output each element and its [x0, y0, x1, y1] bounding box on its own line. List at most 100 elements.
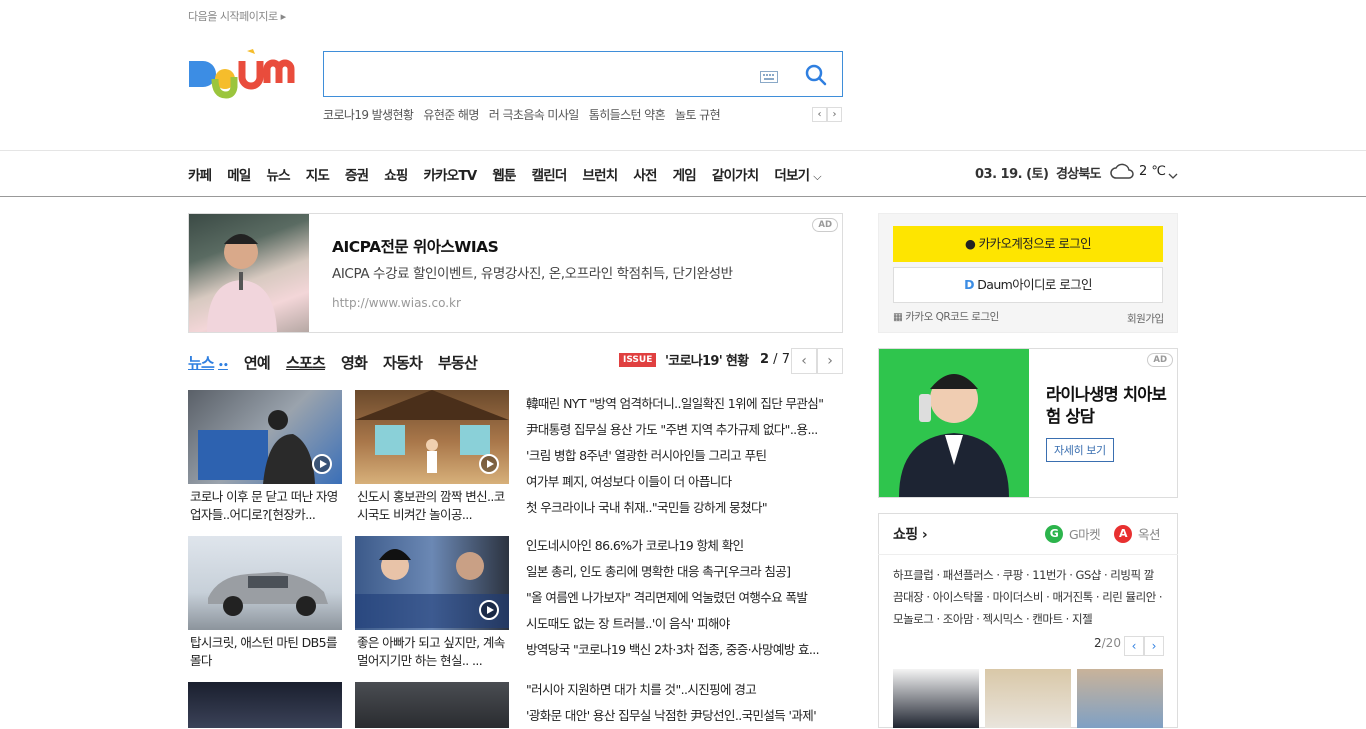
daum-d-icon: D [964, 277, 974, 292]
shopping-title[interactable]: 쇼핑 › [893, 524, 928, 544]
issue-prev-button[interactable]: ‹ [791, 348, 817, 374]
nav-item-webtoon[interactable]: 웹툰 [492, 164, 516, 184]
shopping-next-button[interactable]: › [1144, 636, 1164, 656]
daum-login-button[interactable]: D Daum아이디로 로그인 [893, 267, 1163, 303]
ad-url[interactable]: http://www.wias.co.kr [332, 296, 461, 310]
nav-item-cafe[interactable]: 카페 [188, 164, 212, 184]
headline-item[interactable]: 韓때린 NYT "방역 엄격하더니..일일확진 1위에 집단 무관심" [526, 391, 842, 417]
tab-news[interactable]: 뉴스 •• [188, 352, 229, 373]
daum-logo-mark [189, 49, 295, 99]
trending-prev-button[interactable]: ‹ [812, 107, 827, 122]
keyboard-icon[interactable] [760, 68, 778, 83]
tab-entertainment[interactable]: 연예 [244, 352, 271, 373]
ad-badge: AD [1147, 353, 1173, 367]
trending-next-button[interactable]: › [827, 107, 842, 122]
headline-item[interactable]: 방역당국 "코로나19 백신 2차·3차 접종, 중증·사망예방 효... [526, 637, 842, 663]
ad-title[interactable]: AICPA전문 위아스WIAS [332, 235, 499, 257]
news-thumbnail[interactable] [355, 536, 509, 630]
nav-item-map[interactable]: 지도 [306, 164, 330, 184]
headline-item[interactable]: 尹대통령 집무실 용산 가도 "주변 지역 추가규제 없다"..용... [526, 417, 842, 443]
headline-item[interactable]: '크림 병합 8주년' 열광한 러시아인들 그리고 푸틴 [526, 443, 842, 469]
shopping-thumbnail[interactable] [1077, 669, 1163, 728]
shopping-thumbnail[interactable] [893, 669, 979, 728]
shopping-prev-button[interactable]: ‹ [1124, 636, 1144, 656]
nav-item-news[interactable]: 뉴스 [267, 164, 291, 184]
nav-item-more[interactable]: 더보기 ⌵ [774, 164, 821, 184]
headline-item[interactable]: 일본 총리, 인도 총리에 명확한 대응 촉구[우크라 침공] [526, 559, 842, 585]
trending-item[interactable]: 놀토 규현 [675, 106, 721, 123]
shopping-pager: 2/20 [1094, 636, 1121, 650]
signup-link[interactable]: 회원가입 [1127, 311, 1164, 326]
trending-item[interactable]: 톰히들스턴 약혼 [589, 106, 666, 123]
news-caption[interactable]: 코로나 이후 문 닫고 떠난 자영업자들..어디로?[현장카... [190, 488, 344, 524]
tab-sports[interactable]: 스포츠 [286, 352, 326, 373]
issue-title[interactable]: '코로나19' 현황 [665, 350, 749, 369]
news-caption[interactable]: 좋은 아빠가 되고 싶지만, 계속 멀어지기만 하는 현실.. ... [357, 634, 511, 670]
headline-list: 韓때린 NYT "방역 엄격하더니..일일확진 1위에 집단 무관심" 尹대통령… [526, 391, 842, 521]
nav-item-calendar[interactable]: 캘린더 [532, 164, 568, 184]
tab-news-label: 뉴스 [188, 354, 215, 372]
qr-login-link[interactable]: ▦ 카카오 QR코드 로그인 [893, 309, 999, 324]
headline-item[interactable]: 인도네시아인 86.6%가 코로나19 항체 확인 [526, 533, 842, 559]
shopping-thumbnail[interactable] [985, 669, 1071, 728]
tab-dots: •• [218, 361, 229, 371]
trending-item[interactable]: 유현준 해명 [423, 106, 479, 123]
play-icon [312, 454, 332, 474]
gmarket-icon: G [1045, 524, 1063, 543]
speech-bubble-icon: ● [964, 236, 976, 251]
shopping-page-current: 2 [1094, 636, 1102, 650]
chevron-down-icon[interactable] [1168, 166, 1178, 179]
news-thumbnail[interactable] [188, 536, 342, 630]
headline-item[interactable]: 시도때도 없는 장 트러블..'이 음식' 피해야 [526, 611, 842, 637]
news-thumbnail[interactable] [188, 682, 342, 728]
qr-login-label: 카카오 QR코드 로그인 [905, 311, 999, 323]
trending-item[interactable]: 러 극초음속 미사일 [489, 106, 580, 123]
issue-page-total: / 7 [769, 352, 790, 367]
nav-item-mail[interactable]: 메일 [227, 164, 251, 184]
search-icon[interactable] [805, 64, 827, 86]
nav-item-together[interactable]: 같이가치 [712, 164, 759, 184]
news-thumbnail[interactable] [355, 390, 509, 484]
nav-item-game[interactable]: 게임 [673, 164, 697, 184]
daum-login-label: Daum아이디로 로그인 [977, 277, 1092, 292]
headline-list: "러시아 지원하면 대가 치를 것"..시진핑에 경고 '광화문 대안' 용산 … [526, 677, 842, 729]
kakao-login-button[interactable]: ● 카카오계정으로 로그인 [893, 226, 1163, 262]
daum-logo[interactable] [187, 49, 305, 99]
headline-item[interactable]: 첫 우크라이나 국내 취재.."국민들 강하게 뭉쳤다" [526, 495, 842, 521]
auction-link[interactable]: A 옥션 [1114, 524, 1161, 543]
tab-realestate[interactable]: 부동산 [438, 352, 478, 373]
issue-badge: ISSUE [619, 353, 657, 367]
nav-item-shopping[interactable]: 쇼핑 [384, 164, 408, 184]
trending-pager: ‹ › [812, 107, 842, 122]
trending-item[interactable]: 코로나19 발생현황 [323, 106, 414, 123]
set-start-page-link[interactable]: 다음을 시작페이지로 ▸ [188, 8, 286, 24]
weather-region[interactable]: 경상북도 [1056, 163, 1101, 182]
news-thumbnail[interactable] [355, 682, 509, 728]
issue-next-button[interactable]: › [817, 348, 843, 374]
nav-item-dictionary[interactable]: 사전 [633, 164, 657, 184]
service-nav: 카페 메일 뉴스 지도 증권 쇼핑 카카오TV 웹툰 캘린더 브런치 사전 게임… [188, 164, 837, 184]
news-thumbnail[interactable] [188, 390, 342, 484]
nav-item-brunch[interactable]: 브런치 [583, 164, 619, 184]
nav-more-label: 더보기 [774, 168, 810, 184]
tab-cars[interactable]: 자동차 [383, 352, 423, 373]
issue-pager-buttons: ‹ › [791, 348, 843, 374]
nav-item-kakaotv[interactable]: 카카오TV [424, 164, 478, 184]
nav-item-stock[interactable]: 증권 [345, 164, 369, 184]
headline-item[interactable]: "올 여름엔 나가보자" 격리면제에 억눌렸던 여행수요 폭발 [526, 585, 842, 611]
headline-item[interactable]: 여가부 폐지, 여성보다 이들이 더 아픕니다 [526, 469, 842, 495]
ad-detail-button[interactable]: 자세히 보기 [1046, 438, 1114, 462]
kakao-login-label: 카카오계정으로 로그인 [978, 236, 1092, 251]
news-caption[interactable]: 탑시크릿, 애스턴 마틴 DB5를 몰다 [190, 634, 344, 670]
ad-description[interactable]: AICPA 수강료 할인이벤트, 유명강사진, 온,오프라인 학점취득, 단기완… [332, 262, 733, 282]
shopping-links[interactable]: 하프클럽 · 패션플러스 · 쿠팡 · 11번가 · GS샵 · 리빙픽 깔끔대… [893, 564, 1163, 630]
tab-movies[interactable]: 영화 [341, 352, 368, 373]
auction-label: 옥션 [1138, 527, 1161, 542]
headline-list: 인도네시아인 86.6%가 코로나19 항체 확인 일본 총리, 인도 총리에 … [526, 533, 842, 663]
gmarket-link[interactable]: G G마켓 [1045, 524, 1101, 543]
headline-item[interactable]: '광화문 대안' 용산 집무실 낙점한 尹당선인..국민설득 '과제' [526, 703, 842, 729]
ad-title[interactable]: 라이나생명 치아보험 상담 [1046, 384, 1167, 428]
search-input[interactable] [330, 58, 750, 90]
headline-item[interactable]: "러시아 지원하면 대가 치를 것"..시진핑에 경고 [526, 677, 842, 703]
news-caption[interactable]: 신도시 홍보관의 깜짝 변신..코시국도 비켜간 놀이공... [357, 488, 511, 524]
